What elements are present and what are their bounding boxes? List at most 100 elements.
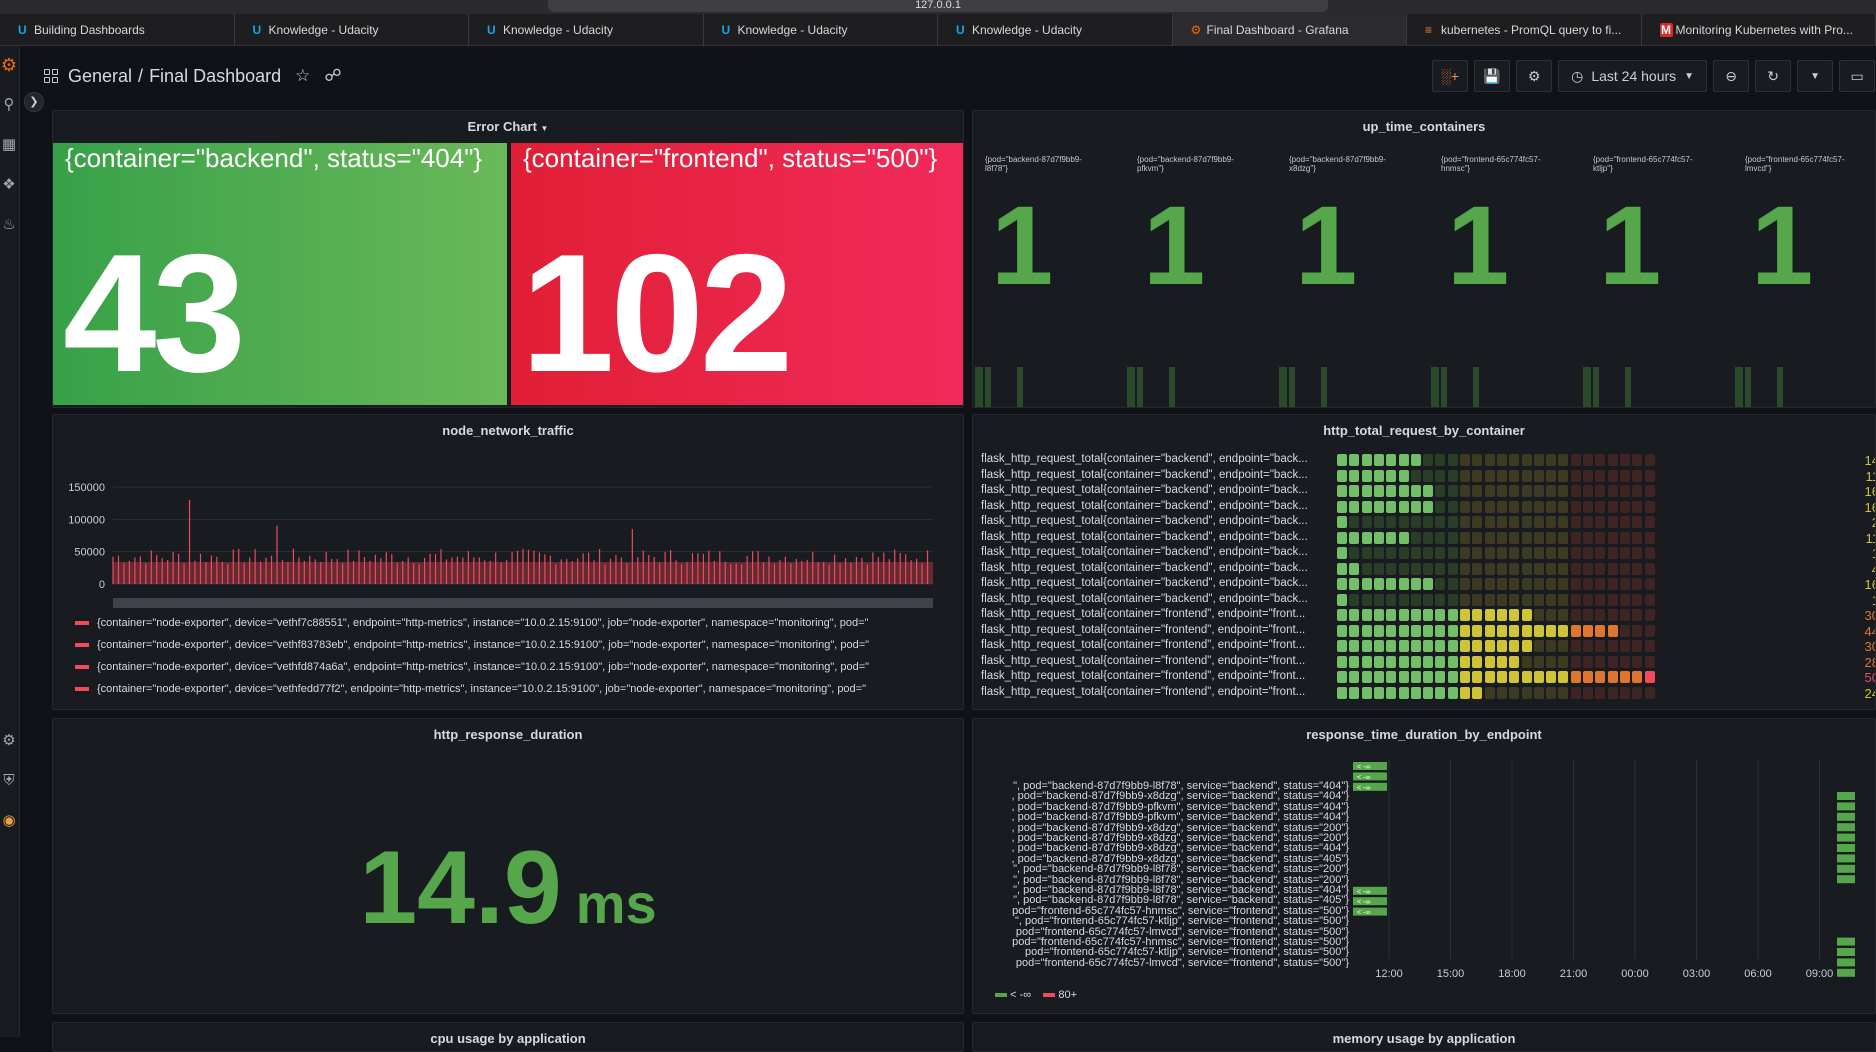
- bar-gauge-cell: [1485, 501, 1495, 513]
- legend-high-label: 80+: [1058, 989, 1077, 1001]
- dashboard-settings-button[interactable]: ⚙: [1516, 60, 1552, 92]
- time-range-picker[interactable]: ◷ Last 24 hours ▼: [1558, 60, 1707, 92]
- uptime-spark-bar: [1431, 367, 1439, 408]
- uptime-spark-bar: [1777, 367, 1783, 408]
- uptime-value: 1: [1751, 191, 1813, 301]
- avatar[interactable]: ◉: [0, 812, 18, 830]
- add-panel-button[interactable]: ░+: [1432, 60, 1468, 92]
- share-icon[interactable]: ☍: [324, 66, 341, 86]
- bar-gauge-cell: [1583, 547, 1593, 559]
- uptime-spark-bar: [985, 367, 991, 408]
- panel-up-time-containers[interactable]: up_time_containers {pod="backend-87d7f9b…: [972, 110, 1876, 408]
- sidebar: ⚙ ⚲ ▦ ❖ ♨ ⚙ ⛨ ◉: [0, 46, 20, 1037]
- breadcrumb-folder[interactable]: General: [68, 66, 132, 87]
- bar-gauge-value: 44: [1833, 624, 1876, 639]
- traffic-fill: [113, 562, 933, 584]
- stat-backend-404: {container="backend", status="404"} 43: [53, 143, 507, 405]
- panel-memory-usage[interactable]: memory usage by application: [972, 1022, 1876, 1052]
- browser-tab[interactable]: ⚙Final Dashboard - Grafana: [1173, 14, 1408, 46]
- uptime-spark-bar: [1625, 367, 1631, 408]
- uptime-spark-bar: [1735, 367, 1743, 408]
- panel-http-response-duration[interactable]: http_response_duration 14.9ms: [52, 718, 964, 1014]
- bar-gauge-cell: [1485, 609, 1495, 621]
- panel-error-chart[interactable]: Error Chart ▼ {container="backend", stat…: [52, 110, 964, 408]
- bar-gauge-cell: [1423, 609, 1433, 621]
- heatmap-x-tick: 21:00: [1560, 968, 1588, 979]
- bar-gauge-value: 11: [1833, 531, 1876, 546]
- panel-title[interactable]: http_total_request_by_container: [973, 423, 1875, 438]
- breadcrumb-dashboard-title[interactable]: Final Dashboard: [149, 66, 281, 87]
- panel-title[interactable]: up_time_containers: [973, 119, 1875, 134]
- network-traffic-chart[interactable]: 050000100000150000: [53, 449, 964, 629]
- panel-title[interactable]: cpu usage by application: [53, 1031, 963, 1046]
- bar-gauge-cell: [1362, 454, 1372, 466]
- panel-node-network-traffic[interactable]: node_network_traffic 050000100000150000 …: [52, 414, 964, 710]
- panel-title[interactable]: memory usage by application: [973, 1031, 1875, 1046]
- bar-gauge-value: 28: [1833, 655, 1876, 670]
- panel-title[interactable]: response_time_duration_by_endpoint: [973, 727, 1875, 742]
- bar-gauge-cell: [1460, 625, 1470, 637]
- bar-gauge-cell: [1546, 532, 1556, 544]
- browser-tab[interactable]: MMonitoring Kubernetes with Pro...: [1642, 14, 1876, 46]
- bar-gauge-cell: [1558, 532, 1568, 544]
- panel-http-total-request[interactable]: http_total_request_by_container flask_ht…: [972, 414, 1876, 710]
- settings-gear-icon[interactable]: ⚙: [0, 732, 18, 750]
- star-icon[interactable]: ☆: [295, 66, 310, 86]
- tv-mode-button[interactable]: ▭: [1839, 60, 1875, 92]
- browser-tab[interactable]: UKnowledge - Udacity: [235, 14, 470, 46]
- refresh-button[interactable]: ↻: [1755, 60, 1791, 92]
- bar-gauge-cell: [1349, 671, 1359, 683]
- bar-gauge-cell: [1534, 656, 1544, 668]
- bar-gauge-cell: [1620, 547, 1630, 559]
- bar-gauge-cell: [1509, 640, 1519, 652]
- browser-tab[interactable]: ≡kubernetes - PromQL query to fi...: [1407, 14, 1642, 46]
- bar-gauge-cell: [1608, 532, 1618, 544]
- heatmap-cell: [1837, 844, 1855, 852]
- refresh-interval-dropdown[interactable]: ▼: [1797, 60, 1833, 92]
- heatmap-cell-label: < -∞: [1357, 889, 1370, 896]
- browser-tab[interactable]: UBuilding Dashboards: [0, 14, 235, 46]
- browser-tab[interactable]: UKnowledge - Udacity: [469, 14, 704, 46]
- heatmap-chart[interactable]: 12:0015:0018:0021:0000:0003:0006:0009:00…: [1353, 759, 1873, 979]
- browser-tab[interactable]: UKnowledge - Udacity: [938, 14, 1173, 46]
- bar-gauge-cell: [1374, 516, 1384, 528]
- bar-gauge-cell: [1509, 516, 1519, 528]
- bar-gauge-cell: [1608, 656, 1618, 668]
- grafana-logo-icon[interactable]: ⚙: [0, 56, 18, 74]
- panel-title[interactable]: Error Chart ▼: [53, 119, 963, 134]
- bar-gauge-cell: [1509, 687, 1519, 699]
- panel-response-time-by-endpoint[interactable]: response_time_duration_by_endpoint ", po…: [972, 718, 1876, 1014]
- zoom-out-button[interactable]: ⊖: [1713, 60, 1749, 92]
- bar-gauge-cell: [1448, 687, 1458, 699]
- bar-gauge-cell: [1374, 625, 1384, 637]
- sidebar-expand-icon[interactable]: ❯: [24, 92, 44, 112]
- bar-gauge-cell: [1448, 578, 1458, 590]
- bar-gauge-cell: [1534, 687, 1544, 699]
- bar-gauge-cell: [1583, 454, 1593, 466]
- browser-tab[interactable]: UKnowledge - Udacity: [704, 14, 939, 46]
- bar-gauge-cell: [1386, 454, 1396, 466]
- panel-cpu-usage[interactable]: cpu usage by application: [52, 1022, 964, 1052]
- search-icon[interactable]: ⚲: [0, 96, 18, 114]
- heatmap-cell: [1837, 823, 1855, 831]
- dashboards-icon[interactable]: ▦: [0, 136, 18, 154]
- bar-gauge-cell: [1608, 454, 1618, 466]
- bar-gauge-cell: [1423, 454, 1433, 466]
- panel-title[interactable]: http_response_duration: [53, 727, 963, 742]
- bar-gauge-value: 11: [1833, 469, 1876, 484]
- bar-gauge-cell: [1423, 578, 1433, 590]
- panel-title[interactable]: node_network_traffic: [53, 423, 963, 438]
- alerting-bell-icon[interactable]: ♨: [0, 216, 18, 234]
- uptime-label: {pod="frontend-65c774fc57-lmvcd"}: [1745, 155, 1855, 173]
- save-dashboard-button[interactable]: 💾: [1474, 60, 1510, 92]
- bar-gauge-cell: [1399, 656, 1409, 668]
- uptime-spark-bar: [1127, 367, 1135, 408]
- url-bar[interactable]: 127.0.0.1: [548, 0, 1328, 12]
- tab-label: Building Dashboards: [34, 23, 145, 37]
- explore-icon[interactable]: ❖: [0, 176, 18, 194]
- shield-icon[interactable]: ⛨: [0, 772, 18, 790]
- bar-gauge-cell: [1645, 470, 1655, 482]
- bar-gauge-cell: [1583, 516, 1593, 528]
- chevron-down-icon: ▼: [541, 124, 549, 133]
- bar-gauge-cell: [1509, 656, 1519, 668]
